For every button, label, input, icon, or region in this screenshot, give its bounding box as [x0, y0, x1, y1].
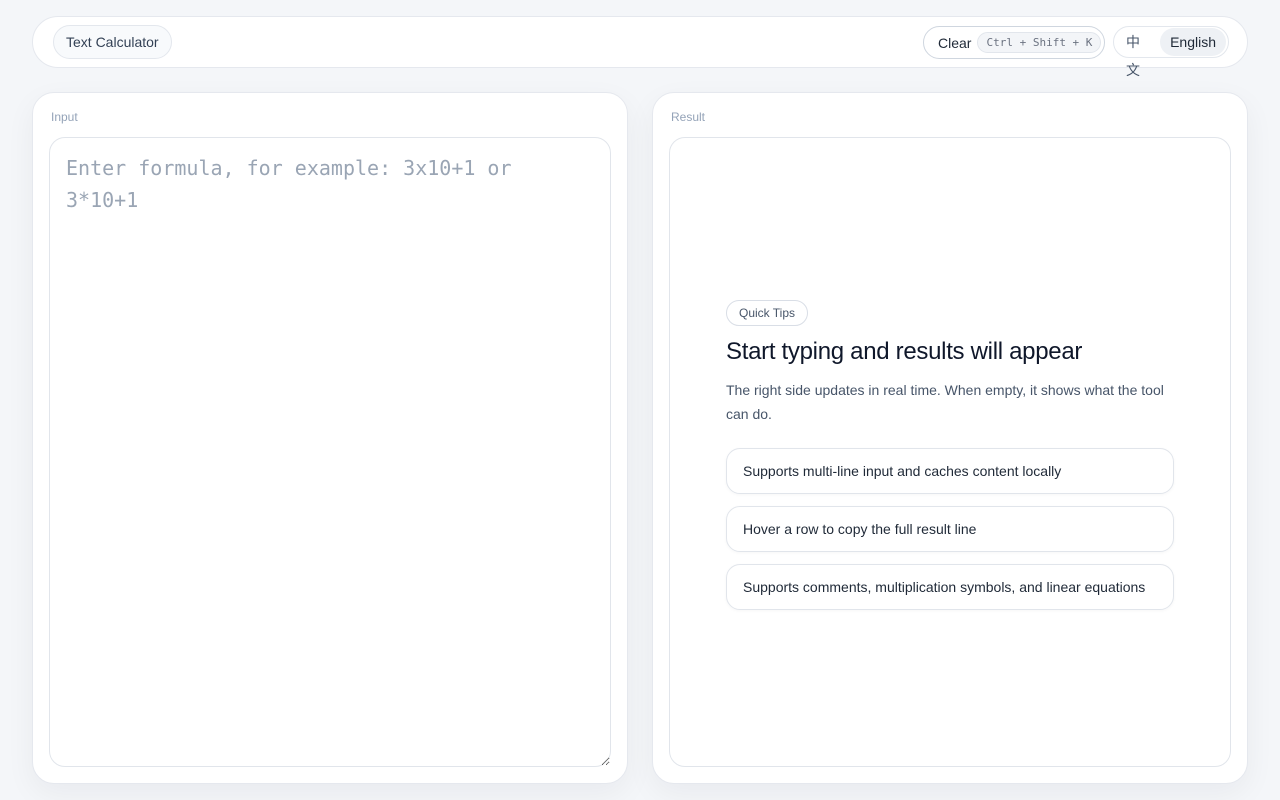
- quick-tips-heading: Start typing and results will appear: [726, 338, 1083, 365]
- language-switcher: 中文 English: [1113, 26, 1229, 78]
- language-option-zh[interactable]: 中文: [1116, 28, 1160, 78]
- tip-card-multiline: Supports multi-line input and caches con…: [726, 448, 1174, 494]
- result-panel: Result Quick Tips Start typing and resul…: [652, 92, 1248, 784]
- quick-tips-badge: Quick Tips: [726, 300, 809, 326]
- clear-button-label: Clear: [938, 34, 972, 51]
- top-bar: Text Calculator Clear Ctrl + Shift + K 中…: [32, 16, 1248, 78]
- quick-tips: Quick Tips Start typing and results will…: [726, 300, 1174, 610]
- app-title: Text Calculator: [53, 25, 172, 59]
- clear-shortcut-hint: Ctrl + Shift + K: [977, 32, 1102, 53]
- input-panel: Input: [32, 92, 628, 784]
- quick-tips-description: The right side updates in real time. Whe…: [726, 382, 1164, 422]
- result-area: Quick Tips Start typing and results will…: [669, 137, 1231, 767]
- language-option-en[interactable]: English: [1160, 28, 1226, 56]
- tip-card-syntax: Supports comments, multiplication symbol…: [726, 564, 1174, 610]
- input-panel-label: Input: [51, 110, 78, 124]
- clear-button[interactable]: Clear Ctrl + Shift + K: [923, 26, 1105, 59]
- tip-card-copy-row: Hover a row to copy the full result line: [726, 506, 1174, 552]
- formula-input[interactable]: [49, 137, 611, 767]
- result-panel-label: Result: [671, 110, 706, 124]
